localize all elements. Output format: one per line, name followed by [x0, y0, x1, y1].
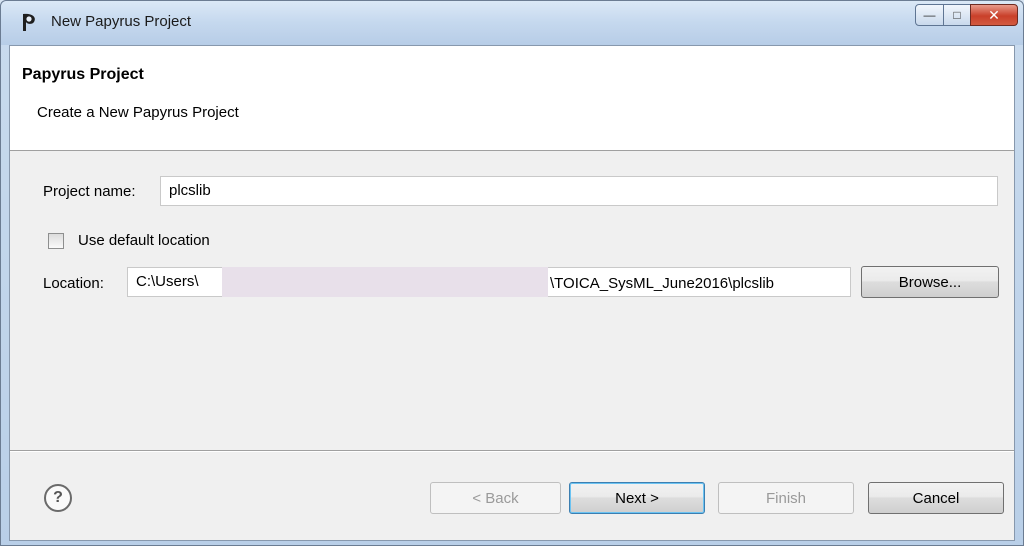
- location-label: Location:: [43, 275, 104, 292]
- use-default-location-label: Use default location: [78, 232, 210, 249]
- project-name-input[interactable]: plcslib: [160, 176, 998, 206]
- footer-separator: [10, 450, 1014, 452]
- papyrus-logo-icon: [23, 13, 35, 31]
- new-papyrus-project-dialog: New Papyrus Project — □ ✕ Papyrus Projec…: [0, 0, 1024, 546]
- minimize-icon: —: [923, 8, 936, 22]
- page-description: Create a New Papyrus Project: [37, 104, 239, 121]
- window-title: New Papyrus Project: [51, 13, 192, 30]
- project-name-label: Project name:: [43, 183, 136, 200]
- wizard-banner: Papyrus Project Create a New Papyrus Pro…: [10, 46, 1014, 151]
- maximize-icon: □: [953, 8, 961, 22]
- maximize-button[interactable]: □: [943, 4, 971, 26]
- finish-button[interactable]: Finish: [718, 482, 854, 514]
- cancel-button[interactable]: Cancel: [868, 482, 1004, 514]
- redacted-path-segment: [222, 267, 548, 297]
- minimize-button[interactable]: —: [915, 4, 944, 26]
- help-icon[interactable]: ?: [44, 484, 72, 512]
- use-default-location-checkbox[interactable]: [48, 233, 64, 249]
- close-button[interactable]: ✕: [970, 4, 1018, 26]
- window-controls: — □ ✕: [915, 4, 1018, 26]
- next-button[interactable]: Next >: [569, 482, 705, 514]
- location-suffix: \TOICA_SysML_June2016\plcslib: [550, 275, 775, 292]
- close-icon: ✕: [988, 6, 1000, 23]
- dialog-body: Papyrus Project Create a New Papyrus Pro…: [9, 45, 1015, 541]
- location-prefix: C:\Users\: [136, 273, 199, 290]
- title-bar[interactable]: New Papyrus Project — □ ✕: [1, 1, 1023, 45]
- back-button[interactable]: < Back: [430, 482, 561, 514]
- page-title: Papyrus Project: [22, 66, 144, 83]
- browse-button[interactable]: Browse...: [861, 266, 999, 298]
